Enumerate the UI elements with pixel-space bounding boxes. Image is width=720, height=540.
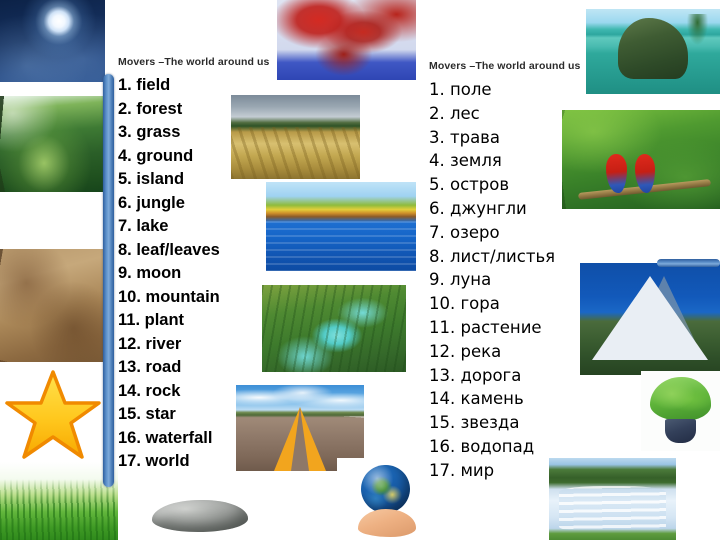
list-item: 9. moon [118,264,182,282]
plant-pot [664,419,697,443]
list-item: 3. трава [429,127,501,147]
list-item: 1. field [118,76,171,94]
list-item: 15. star [118,405,176,423]
list-item: 9. луна [429,270,492,290]
russian-word-column: Movers –The world around us 1. поле 2. л… [429,60,594,483]
list-item: 13. road [118,358,182,376]
list-item: 1. поле [429,80,492,99]
russian-column-title: Movers –The world around us [429,60,581,72]
road-lane-markings [274,407,326,471]
list-item: 2. forest [118,99,183,118]
list-item: 7. озеро [429,222,500,242]
road-lane-gap [291,407,309,471]
list-item: 5. island [118,170,185,188]
list-item: 8. лист/листья [429,246,556,266]
lake-photo [266,182,416,271]
english-word-list: 1. field 2. forest 3. grass 4. ground 5.… [118,74,268,474]
rock-photo [145,485,255,540]
list-item: 5. остров [429,175,510,195]
star-icon [4,370,101,459]
moon-photo [0,0,105,82]
list-item: 8. leaf/leaves [118,240,220,259]
hand-palm [357,508,416,537]
parrot-left [606,153,627,194]
list-item: 14. камень [429,389,524,409]
leaves-photo [277,0,416,80]
forest-photo [0,96,105,192]
grass-photo [0,462,118,540]
list-item: 4. ground [118,146,194,165]
list-item: 6. джунгли [429,198,527,218]
ground-photo [0,249,105,362]
list-item: 11. растение [429,317,542,337]
parrot-right [634,153,656,194]
list-item: 16. waterfall [118,428,213,447]
rock-shape [151,500,249,533]
english-word-column: Movers –The world around us 1. field 2. … [118,56,270,474]
list-item: 7. lake [118,217,169,235]
list-item: 15. звезда [429,413,520,433]
russian-word-list: 1. поле 2. лес 3. трава 4. земля 5. остр… [429,78,594,483]
plant-photo [641,371,720,451]
list-item: 12. river [118,334,182,353]
list-item: 10. гора [429,294,500,314]
left-accent-bar [103,74,114,487]
list-item: 17. world [118,452,190,470]
island-photo [586,9,720,94]
list-item: 16. водопад [429,436,535,456]
river-photo [262,285,406,372]
plant-leaves [650,377,711,421]
list-item: 2. лес [429,103,480,123]
right-accent-bar [657,259,720,267]
island-rock [618,17,688,79]
list-item: 10. mountain [118,287,220,306]
list-item: 17. мир [429,460,495,480]
list-item: 3. grass [118,123,181,141]
world-photo [337,458,431,540]
list-item: 11. plant [118,311,185,329]
list-item: 14. rock [118,381,181,400]
star-graphic [0,366,105,466]
jungle-branch [577,179,711,201]
mountain-peak [592,276,708,361]
list-item: 12. река [429,341,502,361]
list-item: 6. jungle [118,193,185,212]
earth-globe [361,464,411,514]
mountain-photo [580,263,720,375]
slide-canvas: Movers –The world around us 1. field 2. … [0,0,720,540]
list-item: 13. дорога [429,365,522,385]
list-item: 4. земля [429,151,502,171]
english-column-title: Movers –The world around us [118,56,270,68]
